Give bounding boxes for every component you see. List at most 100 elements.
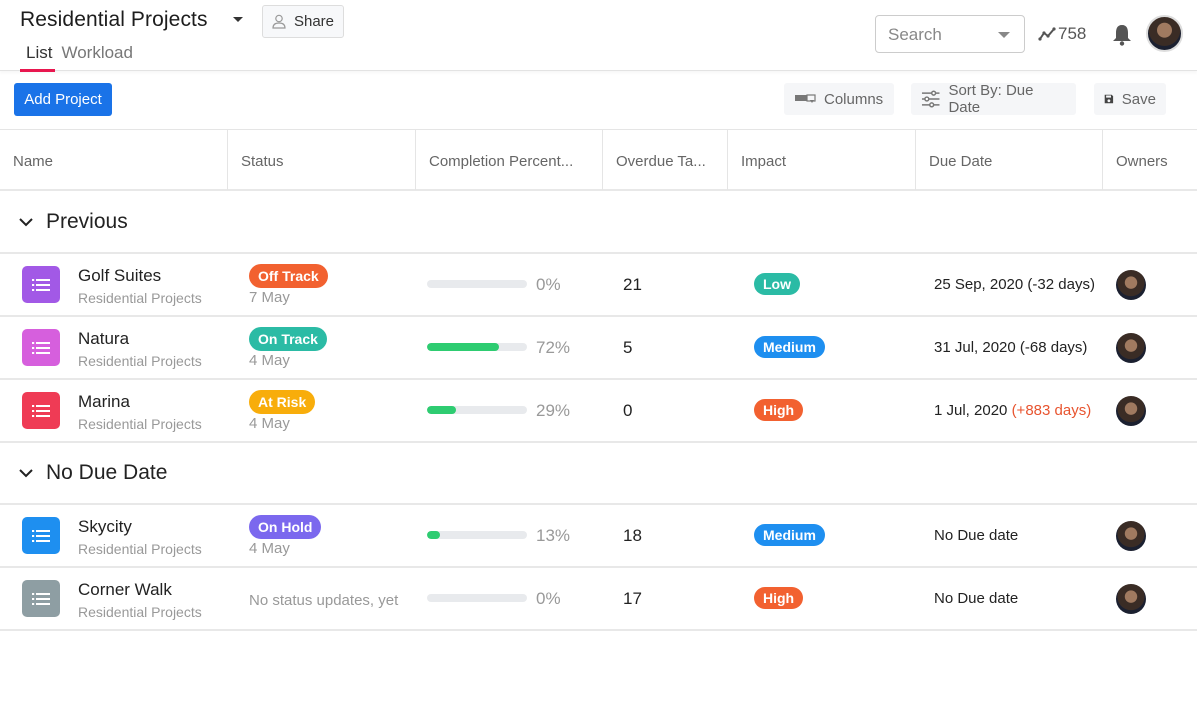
owner-avatar[interactable]	[1116, 396, 1146, 426]
completion-progress-bar	[427, 343, 527, 351]
title-dropdown-caret-icon[interactable]	[233, 17, 243, 22]
status-badge[interactable]: At Risk	[249, 390, 316, 414]
impact-badge[interactable]: High	[754, 399, 804, 421]
status-date: 4 May	[249, 415, 290, 432]
project-parent: Residential Projects	[78, 604, 202, 620]
due-date[interactable]: 31 Jul, 2020 (-68 days)	[934, 339, 1087, 356]
owner-avatar[interactable]	[1116, 521, 1146, 551]
due-date-value: No Due date	[934, 527, 1019, 544]
table-row[interactable]: Marina Residential Projects At Risk 4 May 29…	[0, 380, 1197, 443]
project-list-icon	[22, 329, 60, 366]
project-name[interactable]: Golf Suites	[78, 266, 161, 286]
activity-stat[interactable]: 758	[1038, 24, 1086, 44]
sort-button[interactable]: Sort By: Due Date	[911, 82, 1076, 116]
project-list-icon	[22, 517, 60, 554]
status-date: 4 May	[249, 540, 290, 557]
trend-icon	[1038, 27, 1056, 41]
column-header-completion[interactable]: Completion Percent...	[416, 130, 603, 190]
completion-progress-fill	[427, 531, 440, 539]
project-parent: Residential Projects	[78, 353, 202, 369]
impact-badge[interactable]: Medium	[754, 524, 825, 546]
columns-icon	[795, 94, 816, 103]
status-badge[interactable]: Off Track	[249, 264, 328, 288]
completion-progress-bar	[427, 406, 527, 414]
chevron-down-icon[interactable]	[18, 468, 34, 478]
save-icon	[1104, 94, 1114, 104]
view-tabs: List Workload	[20, 43, 133, 72]
status-empty-text: No status updates, yet	[249, 592, 399, 609]
project-list-icon	[22, 266, 60, 303]
completion-progress-fill	[427, 343, 499, 351]
completion-progress-bar	[427, 280, 527, 288]
due-date[interactable]: No Due date	[934, 527, 1018, 544]
table-row[interactable]: Skycity Residential Projects On Hold 4 May 1…	[0, 505, 1197, 568]
due-date[interactable]: 25 Sep, 2020 (-32 days)	[934, 276, 1095, 293]
table-row[interactable]: Natura Residential Projects On Track 4 May 7…	[0, 317, 1197, 380]
column-header-owners[interactable]: Owners	[1103, 130, 1197, 190]
table-row[interactable]: Golf Suites Residential Projects Off Track…	[0, 254, 1197, 317]
due-date-value: 31 Jul, 2020	[934, 339, 1016, 356]
project-list-icon	[22, 580, 60, 617]
project-name[interactable]: Skycity	[78, 517, 132, 537]
group-label: Previous	[46, 209, 128, 233]
overdue-tasks-count: 21	[623, 275, 642, 294]
due-date-value: 25 Sep, 2020	[934, 276, 1024, 293]
columns-button[interactable]: Columns	[784, 83, 894, 115]
overdue-tasks-count: 18	[623, 526, 642, 545]
project-parent: Residential Projects	[78, 416, 202, 432]
share-label: Share	[293, 13, 335, 30]
column-header-impact[interactable]: Impact	[728, 130, 916, 190]
sort-label: Sort By: Due Date	[948, 82, 1034, 116]
column-header-status[interactable]: Status	[228, 130, 416, 190]
column-header-name[interactable]: Name	[0, 130, 228, 190]
overdue-tasks-count: 0	[623, 401, 633, 420]
user-avatar[interactable]	[1146, 15, 1183, 52]
completion-progress-bar	[427, 531, 527, 539]
share-button[interactable]: Share	[262, 5, 344, 38]
completion-percent: 72%	[536, 338, 571, 357]
owner-avatar[interactable]	[1116, 333, 1146, 363]
due-date[interactable]: 1 Jul, 2020 (+883 days)	[934, 402, 1091, 419]
tab-list[interactable]: List	[20, 43, 56, 72]
group-header[interactable]: No Due Date	[0, 442, 1197, 505]
impact-badge[interactable]: Low	[754, 273, 800, 295]
chevron-down-icon[interactable]	[18, 217, 34, 227]
project-name[interactable]: Corner Walk	[78, 580, 172, 600]
group-header[interactable]: Previous	[0, 191, 1197, 254]
search-dropdown-caret-icon[interactable]	[998, 32, 1010, 38]
status-date: 4 May	[249, 352, 290, 369]
status-badge[interactable]: On Hold	[249, 515, 322, 539]
save-button[interactable]: Save	[1094, 83, 1166, 115]
page-title: Residential Projects	[20, 8, 208, 31]
completion-percent: 13%	[536, 526, 571, 545]
overdue-tasks-count: 17	[623, 589, 642, 608]
project-name[interactable]: Marina	[78, 392, 130, 412]
tab-workload[interactable]: Workload	[61, 43, 133, 72]
bell-icon[interactable]	[1112, 24, 1132, 51]
due-date-value: No Due date	[934, 590, 1019, 607]
project-name[interactable]: Natura	[78, 329, 129, 349]
status-date: 7 May	[249, 289, 290, 306]
owner-avatar[interactable]	[1116, 584, 1146, 614]
status-badge[interactable]: On Track	[249, 327, 327, 351]
save-label: Save	[1121, 90, 1156, 108]
project-list-icon	[22, 392, 60, 429]
due-date[interactable]: No Due date	[934, 590, 1018, 607]
column-header-overdue[interactable]: Overdue Ta...	[603, 130, 728, 190]
completion-percent: 0%	[536, 589, 561, 608]
table-header: Name Status Completion Percent... Overdu…	[0, 129, 1197, 191]
owner-avatar[interactable]	[1116, 270, 1146, 300]
group-label: No Due Date	[46, 460, 168, 484]
search-input[interactable]: Search	[875, 15, 1025, 53]
project-parent: Residential Projects	[78, 290, 202, 306]
top-bar: Residential Projects Share List Workload…	[0, 0, 1197, 72]
overdue-tasks-count: 5	[623, 338, 633, 357]
add-project-button[interactable]: Add Project	[14, 83, 112, 116]
table-row[interactable]: Corner Walk Residential Projects No status…	[0, 568, 1197, 631]
impact-badge[interactable]: Medium	[754, 336, 825, 358]
impact-badge[interactable]: High	[754, 587, 804, 609]
sliders-icon	[921, 90, 940, 108]
due-date-value: 1 Jul, 2020	[934, 402, 1008, 419]
completion-progress-bar	[427, 594, 527, 602]
column-header-due-date[interactable]: Due Date	[916, 130, 1103, 190]
